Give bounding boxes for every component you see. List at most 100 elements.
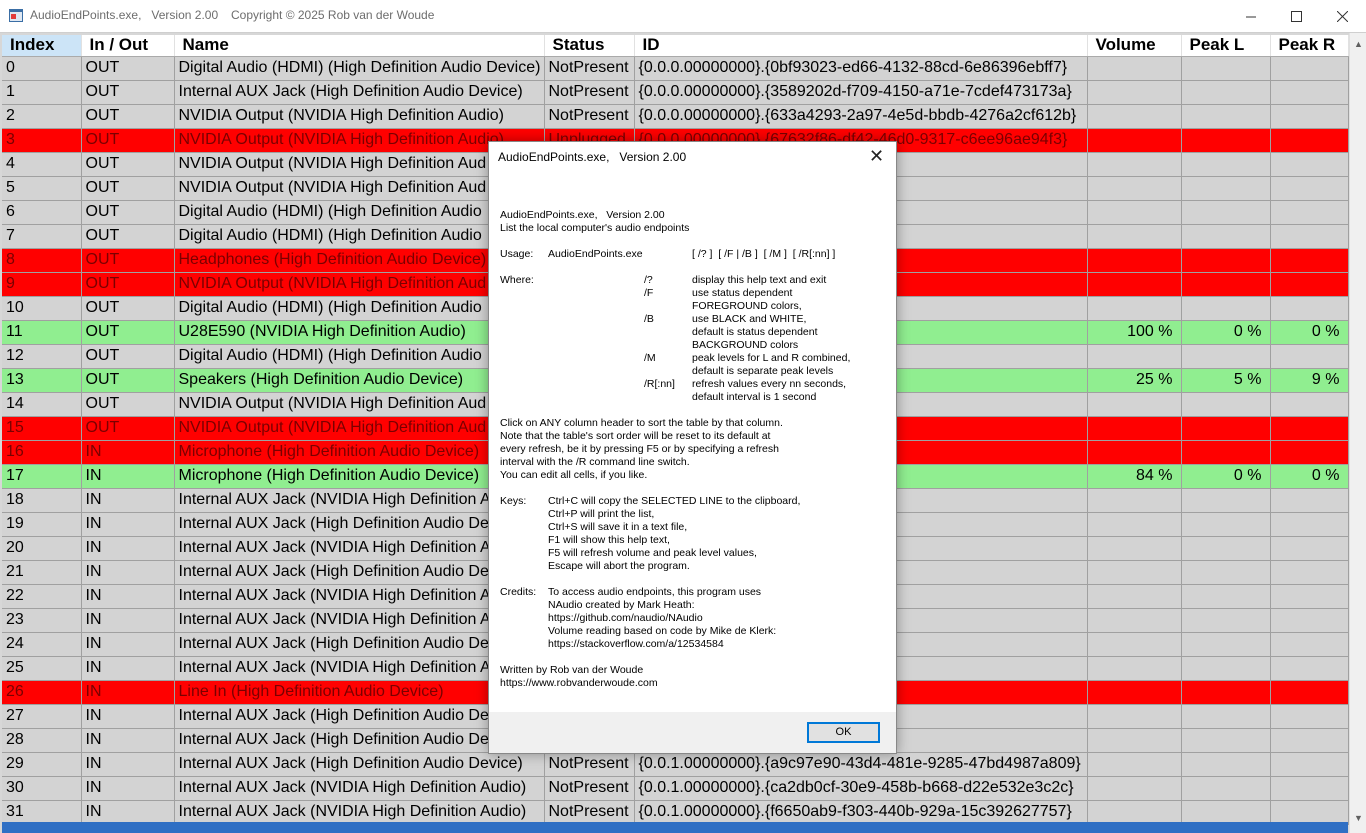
minimize-button[interactable] [1228, 0, 1274, 32]
cell-peak-r[interactable] [1270, 488, 1349, 513]
table-row[interactable]: 29 IN Internal AUX Jack (High Definition A… [2, 752, 1349, 777]
cell-peak-l[interactable] [1181, 776, 1271, 801]
cell-volume[interactable] [1087, 656, 1182, 681]
cell-peak-r[interactable] [1270, 632, 1349, 657]
cell-name[interactable]: Internal AUX Jack (High Definition Audio… [174, 80, 545, 105]
cell-peak-l[interactable] [1181, 248, 1271, 273]
cell-peak-l[interactable] [1181, 392, 1271, 417]
cell-volume[interactable] [1087, 176, 1182, 201]
cell-volume[interactable] [1087, 104, 1182, 129]
cell-status[interactable]: NotPresent [544, 56, 635, 81]
cell-name[interactable]: Internal AUX Jack (High Definition Audio… [174, 752, 545, 777]
cell-peak-l[interactable] [1181, 104, 1271, 129]
cell-peak-r[interactable] [1270, 296, 1349, 321]
cell-peak-l[interactable] [1181, 296, 1271, 321]
table-row[interactable]: 31 IN Internal AUX Jack (NVIDIA High Defin… [2, 800, 1349, 825]
cell-peak-l[interactable] [1181, 128, 1271, 153]
cell-index[interactable]: 29 [2, 752, 82, 777]
cell-in-out[interactable]: IN [81, 704, 175, 729]
cell-peak-l[interactable] [1181, 608, 1271, 633]
cell-in-out[interactable]: OUT [81, 80, 175, 105]
maximize-button[interactable] [1273, 0, 1319, 32]
cell-peak-r[interactable] [1270, 416, 1349, 441]
cell-volume[interactable] [1087, 248, 1182, 273]
cell-index[interactable]: 18 [2, 488, 82, 513]
cell-in-out[interactable]: OUT [81, 152, 175, 177]
scroll-up-icon[interactable]: ▲ [1354, 39, 1363, 49]
cell-index[interactable]: 7 [2, 224, 82, 249]
cell-peak-r[interactable] [1270, 584, 1349, 609]
cell-peak-r[interactable] [1270, 80, 1349, 105]
cell-peak-l[interactable]: 0 % [1181, 464, 1271, 489]
cell-index[interactable]: 17 [2, 464, 82, 489]
cell-volume[interactable]: 100 % [1087, 320, 1182, 345]
cell-peak-l[interactable] [1181, 728, 1271, 753]
vertical-scrollbar[interactable]: ▲ ▼ [1349, 33, 1366, 833]
cell-volume[interactable] [1087, 632, 1182, 657]
cell-in-out[interactable]: OUT [81, 272, 175, 297]
cell-volume[interactable] [1087, 56, 1182, 81]
column-header-peak-l[interactable]: Peak L [1181, 35, 1271, 57]
cell-id[interactable]: {0.0.1.00000000}.{a9c97e90-43d4-481e-928… [634, 752, 1088, 777]
table-row[interactable]: 30 IN Internal AUX Jack (NVIDIA High Defin… [2, 776, 1349, 801]
cell-status[interactable]: NotPresent [544, 80, 635, 105]
cell-peak-l[interactable] [1181, 344, 1271, 369]
cell-peak-r[interactable]: 9 % [1270, 368, 1349, 393]
cell-index[interactable]: 21 [2, 560, 82, 585]
column-header-peak-r[interactable]: Peak R [1270, 35, 1349, 57]
cell-peak-l[interactable] [1181, 800, 1271, 825]
cell-in-out[interactable]: IN [81, 560, 175, 585]
cell-peak-r[interactable] [1270, 104, 1349, 129]
cell-index[interactable]: 0 [2, 56, 82, 81]
cell-peak-l[interactable] [1181, 512, 1271, 537]
app-window-icon[interactable] [9, 9, 23, 22]
cell-in-out[interactable]: IN [81, 440, 175, 465]
cell-index[interactable]: 23 [2, 608, 82, 633]
cell-peak-l[interactable] [1181, 224, 1271, 249]
cell-in-out[interactable]: IN [81, 656, 175, 681]
cell-volume[interactable] [1087, 776, 1182, 801]
cell-volume[interactable] [1087, 608, 1182, 633]
cell-peak-r[interactable] [1270, 272, 1349, 297]
cell-in-out[interactable]: IN [81, 512, 175, 537]
cell-index[interactable]: 26 [2, 680, 82, 705]
cell-peak-l[interactable] [1181, 704, 1271, 729]
cell-volume[interactable] [1087, 344, 1182, 369]
cell-in-out[interactable]: OUT [81, 296, 175, 321]
cell-peak-l[interactable]: 0 % [1181, 320, 1271, 345]
cell-peak-r[interactable] [1270, 56, 1349, 81]
cell-peak-r[interactable] [1270, 752, 1349, 777]
cell-peak-r[interactable] [1270, 776, 1349, 801]
cell-name[interactable]: NVIDIA Output (NVIDIA High Definition Au… [174, 104, 545, 129]
cell-index[interactable]: 6 [2, 200, 82, 225]
cell-volume[interactable] [1087, 224, 1182, 249]
cell-volume[interactable] [1087, 416, 1182, 441]
cell-index[interactable]: 9 [2, 272, 82, 297]
cell-peak-l[interactable] [1181, 752, 1271, 777]
cell-peak-r[interactable] [1270, 152, 1349, 177]
cell-in-out[interactable]: IN [81, 800, 175, 825]
column-header-index[interactable]: Index [2, 35, 82, 57]
cell-peak-l[interactable] [1181, 176, 1271, 201]
cell-index[interactable]: 22 [2, 584, 82, 609]
cell-status[interactable]: NotPresent [544, 752, 635, 777]
column-header-name[interactable]: Name [174, 35, 545, 57]
cell-in-out[interactable]: OUT [81, 344, 175, 369]
cell-peak-r[interactable] [1270, 704, 1349, 729]
cell-index[interactable]: 19 [2, 512, 82, 537]
cell-peak-r[interactable] [1270, 224, 1349, 249]
cell-index[interactable]: 14 [2, 392, 82, 417]
cell-in-out[interactable]: IN [81, 584, 175, 609]
cell-in-out[interactable]: IN [81, 752, 175, 777]
cell-name[interactable]: Digital Audio (HDMI) (High Definition Au… [174, 56, 545, 81]
cell-index[interactable]: 30 [2, 776, 82, 801]
cell-in-out[interactable]: OUT [81, 368, 175, 393]
scroll-down-icon[interactable]: ▼ [1354, 813, 1363, 823]
cell-peak-l[interactable] [1181, 80, 1271, 105]
cell-name[interactable]: Internal AUX Jack (NVIDIA High Definitio… [174, 800, 545, 825]
cell-peak-r[interactable] [1270, 680, 1349, 705]
cell-volume[interactable] [1087, 512, 1182, 537]
cell-volume[interactable] [1087, 392, 1182, 417]
cell-volume[interactable] [1087, 296, 1182, 321]
cell-peak-l[interactable] [1181, 152, 1271, 177]
